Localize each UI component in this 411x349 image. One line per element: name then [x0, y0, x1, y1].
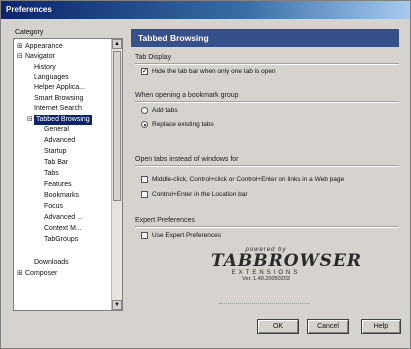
tree-item-languages[interactable]: Languages: [34, 73, 69, 83]
tree-item-tabbed-browsing[interactable]: Tabbed Browsing: [34, 115, 92, 125]
collapse-icon[interactable]: ⊟: [27, 115, 33, 125]
replace-tabs-label: Replace existing tabs: [152, 121, 214, 128]
hide-tab-bar-label: Hide the tab bar when only one tab is op…: [152, 68, 276, 75]
divider: [219, 303, 309, 305]
tree-scrollbar[interactable]: ▲ ▼: [111, 39, 122, 310]
tree-item-smart-browsing[interactable]: Smart Browsing: [34, 94, 83, 104]
tree-item-helper-applications[interactable]: Helper Applica...: [34, 83, 85, 93]
location-bar-label: Control+Enter in the Location bar: [152, 191, 248, 198]
tree-item-features[interactable]: Features: [44, 180, 72, 190]
category-label: Category: [15, 29, 44, 36]
scroll-thumb[interactable]: [113, 51, 121, 201]
tree-item-bookmarks[interactable]: Bookmarks: [44, 191, 79, 201]
tree-item-history[interactable]: History: [34, 63, 56, 73]
category-tree[interactable]: ⊞ Appearance ⊟ Navigator History Languag…: [13, 38, 123, 311]
expert-group-title: Expert Preferences: [135, 217, 195, 224]
use-expert-label: Use Expert Preferences: [152, 232, 222, 239]
expand-icon[interactable]: ⊞: [17, 42, 23, 52]
help-button[interactable]: Help: [361, 319, 401, 334]
add-tabs-label: Add tabs: [152, 107, 178, 114]
divider: [135, 226, 399, 228]
tree-item-tab-bar[interactable]: Tab Bar: [44, 158, 68, 168]
tree-item-navigator[interactable]: Navigator: [25, 52, 55, 62]
cancel-button[interactable]: Cancel: [307, 319, 349, 334]
location-bar-checkbox[interactable]: [141, 191, 148, 198]
tab-display-group-title: Tab Display: [135, 54, 172, 61]
tree-item-focus[interactable]: Focus: [44, 202, 63, 212]
title-bar: Preferences: [1, 1, 410, 19]
tree-item-appearance[interactable]: Appearance: [25, 42, 63, 52]
collapse-icon[interactable]: ⊟: [17, 52, 23, 62]
divider: [135, 165, 399, 167]
hide-tab-bar-checkbox[interactable]: ✓: [141, 68, 148, 75]
divider: [135, 101, 399, 103]
tree-item-tabs[interactable]: Tabs: [44, 169, 59, 179]
use-expert-checkbox[interactable]: [141, 232, 148, 239]
add-tabs-radio[interactable]: [141, 107, 148, 114]
tree-item-tabgroups[interactable]: TabGroups: [44, 235, 78, 245]
replace-tabs-radio[interactable]: [141, 121, 148, 128]
tree-item-downloads[interactable]: Downloads: [34, 258, 69, 268]
bookmark-group-title: When opening a bookmark group: [135, 92, 239, 99]
tree-item-advanced-more[interactable]: Advanced ...: [44, 213, 83, 223]
tabbrowser-extensions-logo: powered by TABBROWSER EXTENSIONS Ver. 1.…: [211, 247, 363, 297]
logo-version: Ver. 1.40.20050203: [242, 276, 290, 282]
tree-item-context-menu[interactable]: Context M...: [44, 224, 82, 234]
preferences-window: Preferences Category ⊞ Appearance ⊟ Navi…: [0, 0, 411, 349]
middle-click-checkbox[interactable]: [141, 176, 148, 183]
tree-item-advanced[interactable]: Advanced: [44, 136, 75, 146]
logo-name: TABBROWSER: [211, 251, 363, 271]
ok-button[interactable]: OK: [257, 319, 299, 334]
expand-icon[interactable]: ⊞: [17, 269, 23, 279]
scroll-down-arrow-icon[interactable]: ▼: [112, 300, 122, 310]
middle-click-label: Middle-click, Control+click or Control+E…: [152, 176, 345, 183]
tree-item-general[interactable]: General: [44, 125, 69, 135]
scroll-up-arrow-icon[interactable]: ▲: [112, 39, 122, 49]
panel-title: Tabbed Browsing: [131, 29, 399, 47]
divider: [135, 63, 399, 65]
tree-item-internet-search[interactable]: Internet Search: [34, 104, 82, 114]
open-tabs-group-title: Open tabs instead of windows for: [135, 156, 239, 163]
tree-item-composer[interactable]: Composer: [25, 269, 57, 279]
tree-item-startup[interactable]: Startup: [44, 147, 67, 157]
